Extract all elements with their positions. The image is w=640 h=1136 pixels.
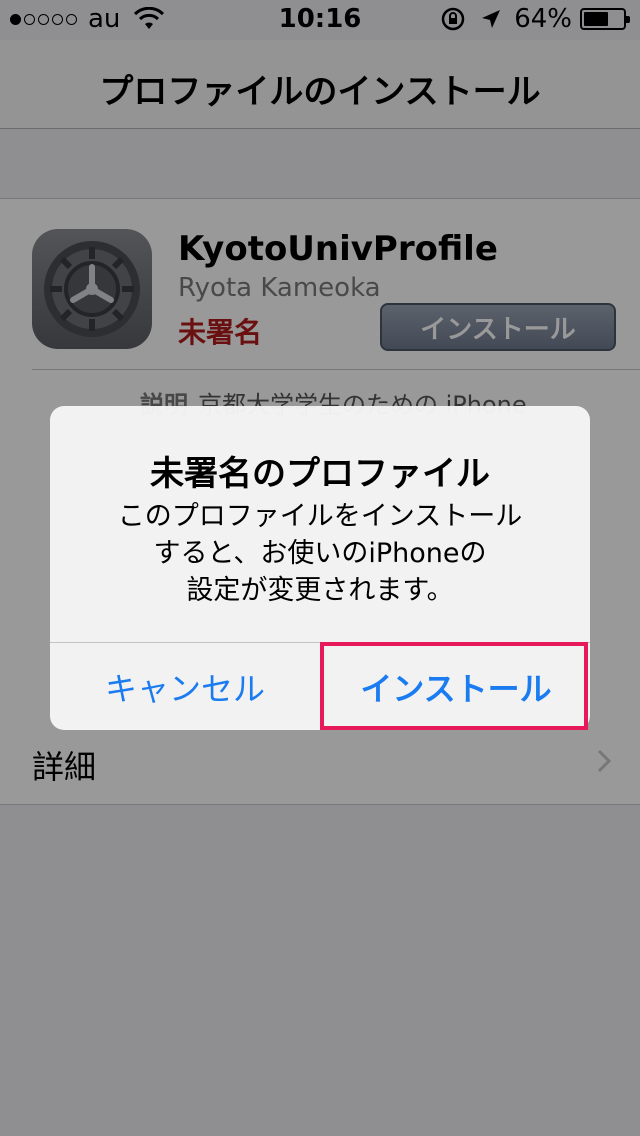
screen: au 10:16 64% プロファイルのインストール KyotoUnivProf… <box>0 0 640 1136</box>
alert-message-line: 設定が変更されます。 <box>186 575 454 606</box>
highlight-box <box>320 642 588 730</box>
cancel-button[interactable]: キャンセル <box>50 643 320 730</box>
alert-title: 未署名のプロファイル <box>150 454 490 494</box>
alert-message-line: このプロファイルをインストール <box>117 501 523 532</box>
alert-message: このプロファイルをインストール すると、お使いのiPhoneの 設定が変更されま… <box>90 498 550 609</box>
alert-message-line: すると、お使いのiPhoneの <box>153 538 487 569</box>
